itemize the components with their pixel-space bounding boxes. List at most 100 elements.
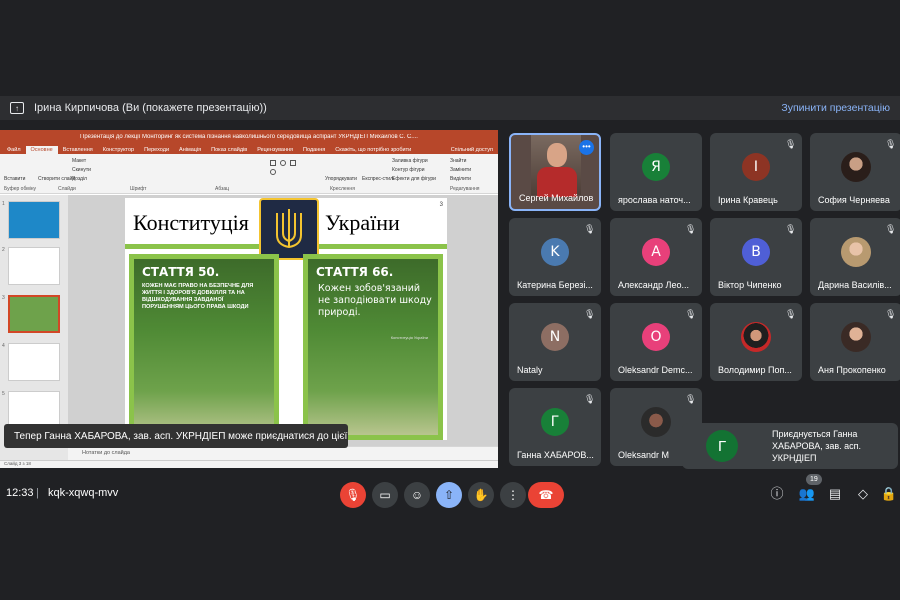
green-divider [125, 244, 259, 249]
join-permission-toast: Тепер Ганна ХАБАРОВА, зав. асп. УКРНДІЕП… [4, 424, 348, 448]
thumb-number: 2 [2, 247, 5, 253]
participant-name: Oleksandr Demc... [618, 365, 693, 375]
participant-tile[interactable]: 🎙 N Nataly [509, 303, 601, 381]
shape-square-icon[interactable] [290, 160, 296, 166]
ppt-tab-home[interactable]: Основне [25, 146, 58, 154]
participant-tile[interactable]: 🎙 В Віктор Чипенко [710, 218, 802, 296]
mic-off-icon: 🎙 [785, 224, 797, 234]
avatar [841, 152, 871, 182]
coat-of-arms-icon [259, 198, 319, 260]
reset-button[interactable]: Скинути [72, 167, 91, 173]
avatar: K [541, 238, 569, 266]
arrange-button[interactable]: Упорядкувати [325, 176, 357, 182]
participant-tile[interactable]: 🎙 А Александр Лео... [610, 218, 702, 296]
shape-oval-icon[interactable] [280, 160, 286, 166]
find-button[interactable]: Знайти [450, 158, 466, 164]
mic-off-icon: 🎙 [885, 309, 897, 319]
shape-fill-button[interactable]: Заливка фігури [392, 158, 428, 164]
mic-off-icon: 🎙 [885, 139, 897, 149]
current-slide[interactable]: 3 Конституція України СТАТТЯ 50. КОЖЕН М… [125, 198, 447, 440]
ppt-tab-slideshow[interactable]: Показ слайдів [206, 146, 252, 154]
leave-call-button[interactable]: ☎ [528, 482, 564, 508]
slide-thumbnail-3[interactable] [8, 295, 60, 333]
emoji-icon: ☺ [410, 488, 424, 502]
section-button[interactable]: Розділ [72, 176, 87, 182]
ppt-tab-transitions[interactable]: Переходи [139, 146, 174, 154]
ppt-tab-review[interactable]: Рецензування [252, 146, 298, 154]
participant-tile[interactable]: 🎙 Г Ганна ХАБАРОВ... [509, 388, 601, 466]
slide-notes-bar[interactable]: Нотатки до слайда [68, 446, 498, 460]
participant-tile[interactable]: 🎙 K Катерина Березі... [509, 218, 601, 296]
font-group-label: Шрифт [130, 186, 147, 192]
more-options-icon[interactable]: ••• [579, 140, 594, 155]
presenter-bar: ↑ Ірина Кирпичова (Ви (покажете презента… [0, 96, 900, 120]
ppt-tell-me[interactable]: Скажіть, що потрібно зробити [330, 146, 416, 154]
shape-outline-button[interactable]: Контур фігури [392, 167, 424, 173]
mic-off-icon: 🎙 [785, 309, 797, 319]
host-controls-icon[interactable]: 🔒 [880, 485, 898, 503]
new-slide-button[interactable]: Створити слайд [38, 176, 75, 182]
thumb-number: 5 [2, 391, 5, 397]
participant-name: Аня Прокопенко [818, 365, 886, 375]
mic-off-icon: 🎙 [584, 309, 596, 319]
avatar [841, 322, 871, 352]
participant-name: Александр Лео... [618, 280, 689, 290]
shape-effects-button[interactable]: Ефекти для фігури [392, 176, 436, 182]
presenter-name: Ірина Кирпичова (Ви (покажете презентаці… [34, 102, 267, 114]
shape-rectangle-icon[interactable] [270, 160, 276, 166]
article-66-text: Кожен зобов'язаний не заподіювати шкоду … [318, 283, 432, 318]
ppt-tab-insert[interactable]: Вставлення [58, 146, 98, 154]
participant-tile[interactable]: 🎙 Дарина Василів... [810, 218, 900, 296]
participant-tile[interactable]: 🎙 София Черняева [810, 133, 900, 211]
stop-presenting-button[interactable]: Зупинити презентацію [781, 102, 890, 114]
avatar: Г [541, 408, 569, 436]
slide-thumbnail-2[interactable] [8, 247, 60, 285]
article-50-title: СТАТТЯ 50. [142, 265, 220, 279]
avatar [841, 237, 871, 267]
select-button[interactable]: Виділити [450, 176, 471, 182]
layout-button[interactable]: Макет [72, 158, 86, 164]
ppt-ribbon-tabs: Файл Основне Вставлення Конструктор Пере… [0, 143, 498, 154]
raise-hand-button[interactable]: ✋ [468, 482, 494, 508]
meeting-info-icon[interactable]: ⓘ [768, 485, 786, 503]
clipboard-group-label: Буфер обміну [4, 186, 37, 192]
paste-button[interactable]: Вставити [4, 176, 25, 182]
participant-tile[interactable]: 🎙 Аня Прокопенко [810, 303, 900, 381]
participant-tile-self[interactable]: ••• Сергей Михайлов [509, 133, 601, 211]
emoji-reactions-button[interactable]: ☺ [404, 482, 430, 508]
camera-toggle-button[interactable]: ▭ [372, 482, 398, 508]
participant-tile[interactable]: 🎙 І Ірина Кравець [710, 133, 802, 211]
avatar [641, 407, 671, 437]
ppt-tab-file[interactable]: Файл [2, 146, 26, 154]
chat-icon[interactable]: ▤ [826, 485, 844, 503]
ppt-tab-design[interactable]: Конструктор [98, 146, 139, 154]
replace-button[interactable]: Замінити [450, 167, 471, 173]
participant-tile[interactable]: 🎙 O Oleksandr Demc... [610, 303, 702, 381]
slide-thumbnail-1[interactable] [8, 201, 60, 239]
ppt-tab-animation[interactable]: Анімація [174, 146, 206, 154]
ppt-status-bar: Слайд 3 з 18 [0, 460, 498, 468]
present-now-button[interactable]: ⇧ [436, 482, 462, 508]
ppt-share-button[interactable]: Спільний доступ [446, 146, 498, 154]
quick-styles-button[interactable]: Експрес-стилі [362, 176, 394, 182]
video-face [547, 143, 567, 167]
ppt-ribbon: Вставити Створити слайд Макет Скинути Ро… [0, 154, 498, 194]
mic-toggle-button[interactable]: 🎙 [340, 482, 366, 508]
people-icon[interactable]: 👥 [798, 485, 816, 503]
activities-icon[interactable]: ◇ [854, 485, 872, 503]
slide-thumbnail-4[interactable] [8, 343, 60, 381]
mic-off-icon: 🎙 [685, 394, 697, 404]
article-66-source: Конституція України [390, 335, 428, 340]
toast-text: Тепер Ганна ХАБАРОВА, зав. асп. УКРНДІЕП… [14, 431, 348, 442]
avatar: Я [642, 153, 670, 181]
avatar: N [541, 323, 569, 351]
shape-circle-icon[interactable] [270, 169, 276, 175]
slide-thumbnails-pane: 1 2 3 4 5 [0, 195, 68, 460]
participant-tile[interactable]: 🎙 Володимир Поп... [710, 303, 802, 381]
more-options-button[interactable]: ⋮ [500, 482, 526, 508]
avatar: O [642, 323, 670, 351]
ppt-tab-view[interactable]: Подання [298, 146, 330, 154]
thumb-number: 1 [2, 201, 5, 207]
avatar: А [642, 238, 670, 266]
participant-tile[interactable]: Я ярослава наточ... [610, 133, 702, 211]
